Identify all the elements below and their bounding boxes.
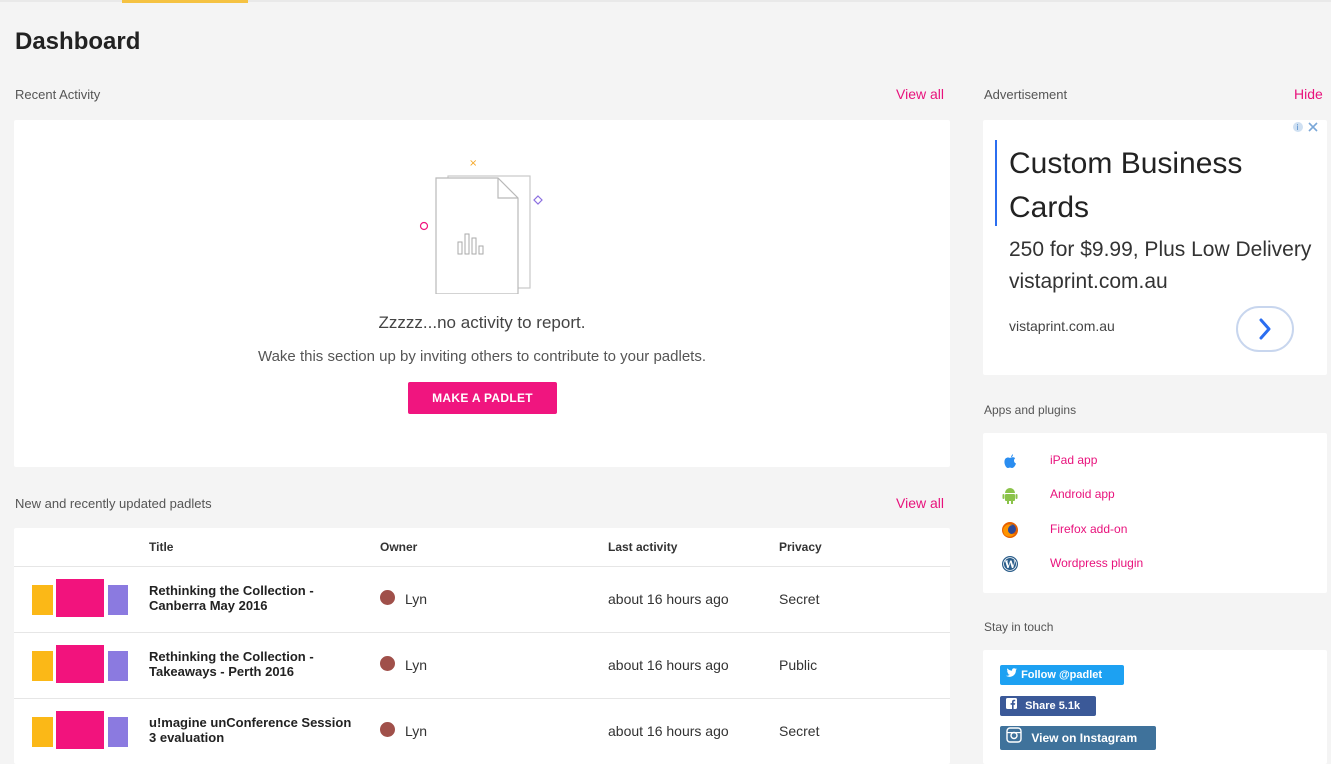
app-item-label[interactable]: Android app — [1050, 487, 1115, 501]
android-icon — [1002, 488, 1018, 504]
advertisement-label: Advertisement — [984, 87, 1068, 102]
padlet-title[interactable]: Rethinking the Collection - Canberra May… — [149, 583, 359, 613]
ad-go-button[interactable] — [1236, 306, 1294, 352]
padlets-section-label: New and recently updated padlets — [15, 496, 212, 511]
active-tab-indicator — [122, 0, 248, 3]
recent-activity-view-all-link[interactable]: View all — [896, 86, 944, 102]
ad-headline[interactable]: Custom Business Cards — [1009, 142, 1269, 230]
follow-twitter-button[interactable]: Follow @padlet — [1000, 665, 1124, 685]
make-a-padlet-button[interactable]: MAKE A PADLET — [408, 382, 557, 414]
padlet-thumbnail[interactable] — [32, 711, 130, 749]
svg-text:×: × — [469, 158, 477, 169]
empty-state-subtitle: Wake this section up by inviting others … — [257, 348, 706, 365]
ad-domain: vistaprint.com.au — [1009, 318, 1115, 334]
app-item-label[interactable]: Firefox add-on — [1050, 522, 1127, 536]
apple-icon — [1004, 454, 1016, 468]
padlet-thumbnail[interactable] — [32, 645, 130, 683]
column-header-title: Title — [149, 540, 174, 554]
app-item-ipad[interactable]: iPad app — [1001, 450, 1321, 472]
instagram-icon — [1006, 727, 1028, 751]
table-row[interactable]: Rethinking the Collection - Canberra May… — [14, 566, 950, 632]
privacy-status: Secret — [779, 723, 820, 739]
recent-activity-label: Recent Activity — [15, 87, 101, 102]
column-header-privacy: Privacy — [779, 540, 822, 554]
owner-avatar — [380, 590, 395, 605]
twitter-button-label: Follow @padlet — [1021, 669, 1103, 681]
ad-accent-bar — [995, 140, 997, 226]
padlets-view-all-link[interactable]: View all — [896, 495, 944, 511]
recent-activity-card: × Zzzzz...no activity to report. Wake th… — [14, 120, 950, 467]
column-header-last-activity: Last activity — [608, 540, 678, 554]
last-activity: about 16 hours ago — [608, 723, 729, 739]
apps-plugins-label: Apps and plugins — [984, 403, 1077, 417]
instagram-button[interactable]: View on Instagram — [1000, 726, 1156, 750]
instagram-button-label: View on Instagram — [1031, 731, 1138, 745]
apps-plugins-card: iPad app Android app Firefox add-on W Wo… — [983, 433, 1327, 593]
column-header-owner: Owner — [380, 540, 418, 554]
firefox-icon — [1002, 522, 1018, 538]
owner-avatar — [380, 722, 395, 737]
svg-text:W: W — [1004, 560, 1017, 571]
empty-state-title: Zzzzz...no activity to report. — [378, 313, 586, 332]
owner-name: Lyn — [405, 723, 428, 739]
chevron-right-icon — [1259, 318, 1271, 340]
facebook-button-label: Share 5.1k — [1025, 700, 1081, 712]
app-item-label[interactable]: Wordpress plugin — [1050, 556, 1143, 570]
padlet-title[interactable]: u!magine unConference Session 3 evaluati… — [149, 715, 359, 745]
app-item-wordpress[interactable]: W Wordpress plugin — [1001, 553, 1321, 575]
stay-in-touch-label: Stay in touch — [984, 620, 1054, 634]
app-item-label[interactable]: iPad app — [1050, 453, 1097, 467]
table-row[interactable]: Rethinking the Collection - Takeaways - … — [14, 632, 950, 698]
last-activity: about 16 hours ago — [608, 657, 729, 673]
padlet-title[interactable]: Rethinking the Collection - Takeaways - … — [149, 649, 359, 679]
stay-in-touch-card: Follow @padlet Share 5.1k View on Instag… — [983, 650, 1327, 764]
table-row[interactable]: u!magine unConference Session 3 evaluati… — [14, 698, 950, 764]
owner-name: Lyn — [405, 591, 428, 607]
privacy-status: Public — [779, 657, 818, 673]
app-item-android[interactable]: Android app — [1001, 484, 1321, 506]
svg-text:i: i — [1296, 123, 1298, 132]
hide-ad-link[interactable]: Hide — [1294, 86, 1323, 102]
empty-documents-illustration: × — [419, 158, 543, 294]
last-activity: about 16 hours ago — [608, 591, 729, 607]
wordpress-icon: W — [1002, 556, 1018, 572]
privacy-status: Secret — [779, 591, 820, 607]
ad-choices-close-icon[interactable]: i — [1289, 120, 1327, 137]
advertisement-card[interactable]: Custom Business Cards 250 for $9.99, Plu… — [983, 120, 1327, 375]
owner-avatar — [380, 656, 395, 671]
padlets-table: Title Owner Last activity Privacy Rethin… — [14, 528, 950, 764]
facebook-icon — [1006, 696, 1022, 716]
facebook-share-button[interactable]: Share 5.1k — [1000, 696, 1096, 716]
page-title: Dashboard — [15, 28, 141, 55]
ad-body: 250 for $9.99, Plus Low Delivery vistapr… — [1009, 238, 1312, 293]
app-item-firefox[interactable]: Firefox add-on — [1001, 519, 1321, 541]
twitter-icon — [1006, 665, 1018, 685]
owner-name: Lyn — [405, 657, 428, 673]
padlet-thumbnail[interactable] — [32, 579, 130, 617]
